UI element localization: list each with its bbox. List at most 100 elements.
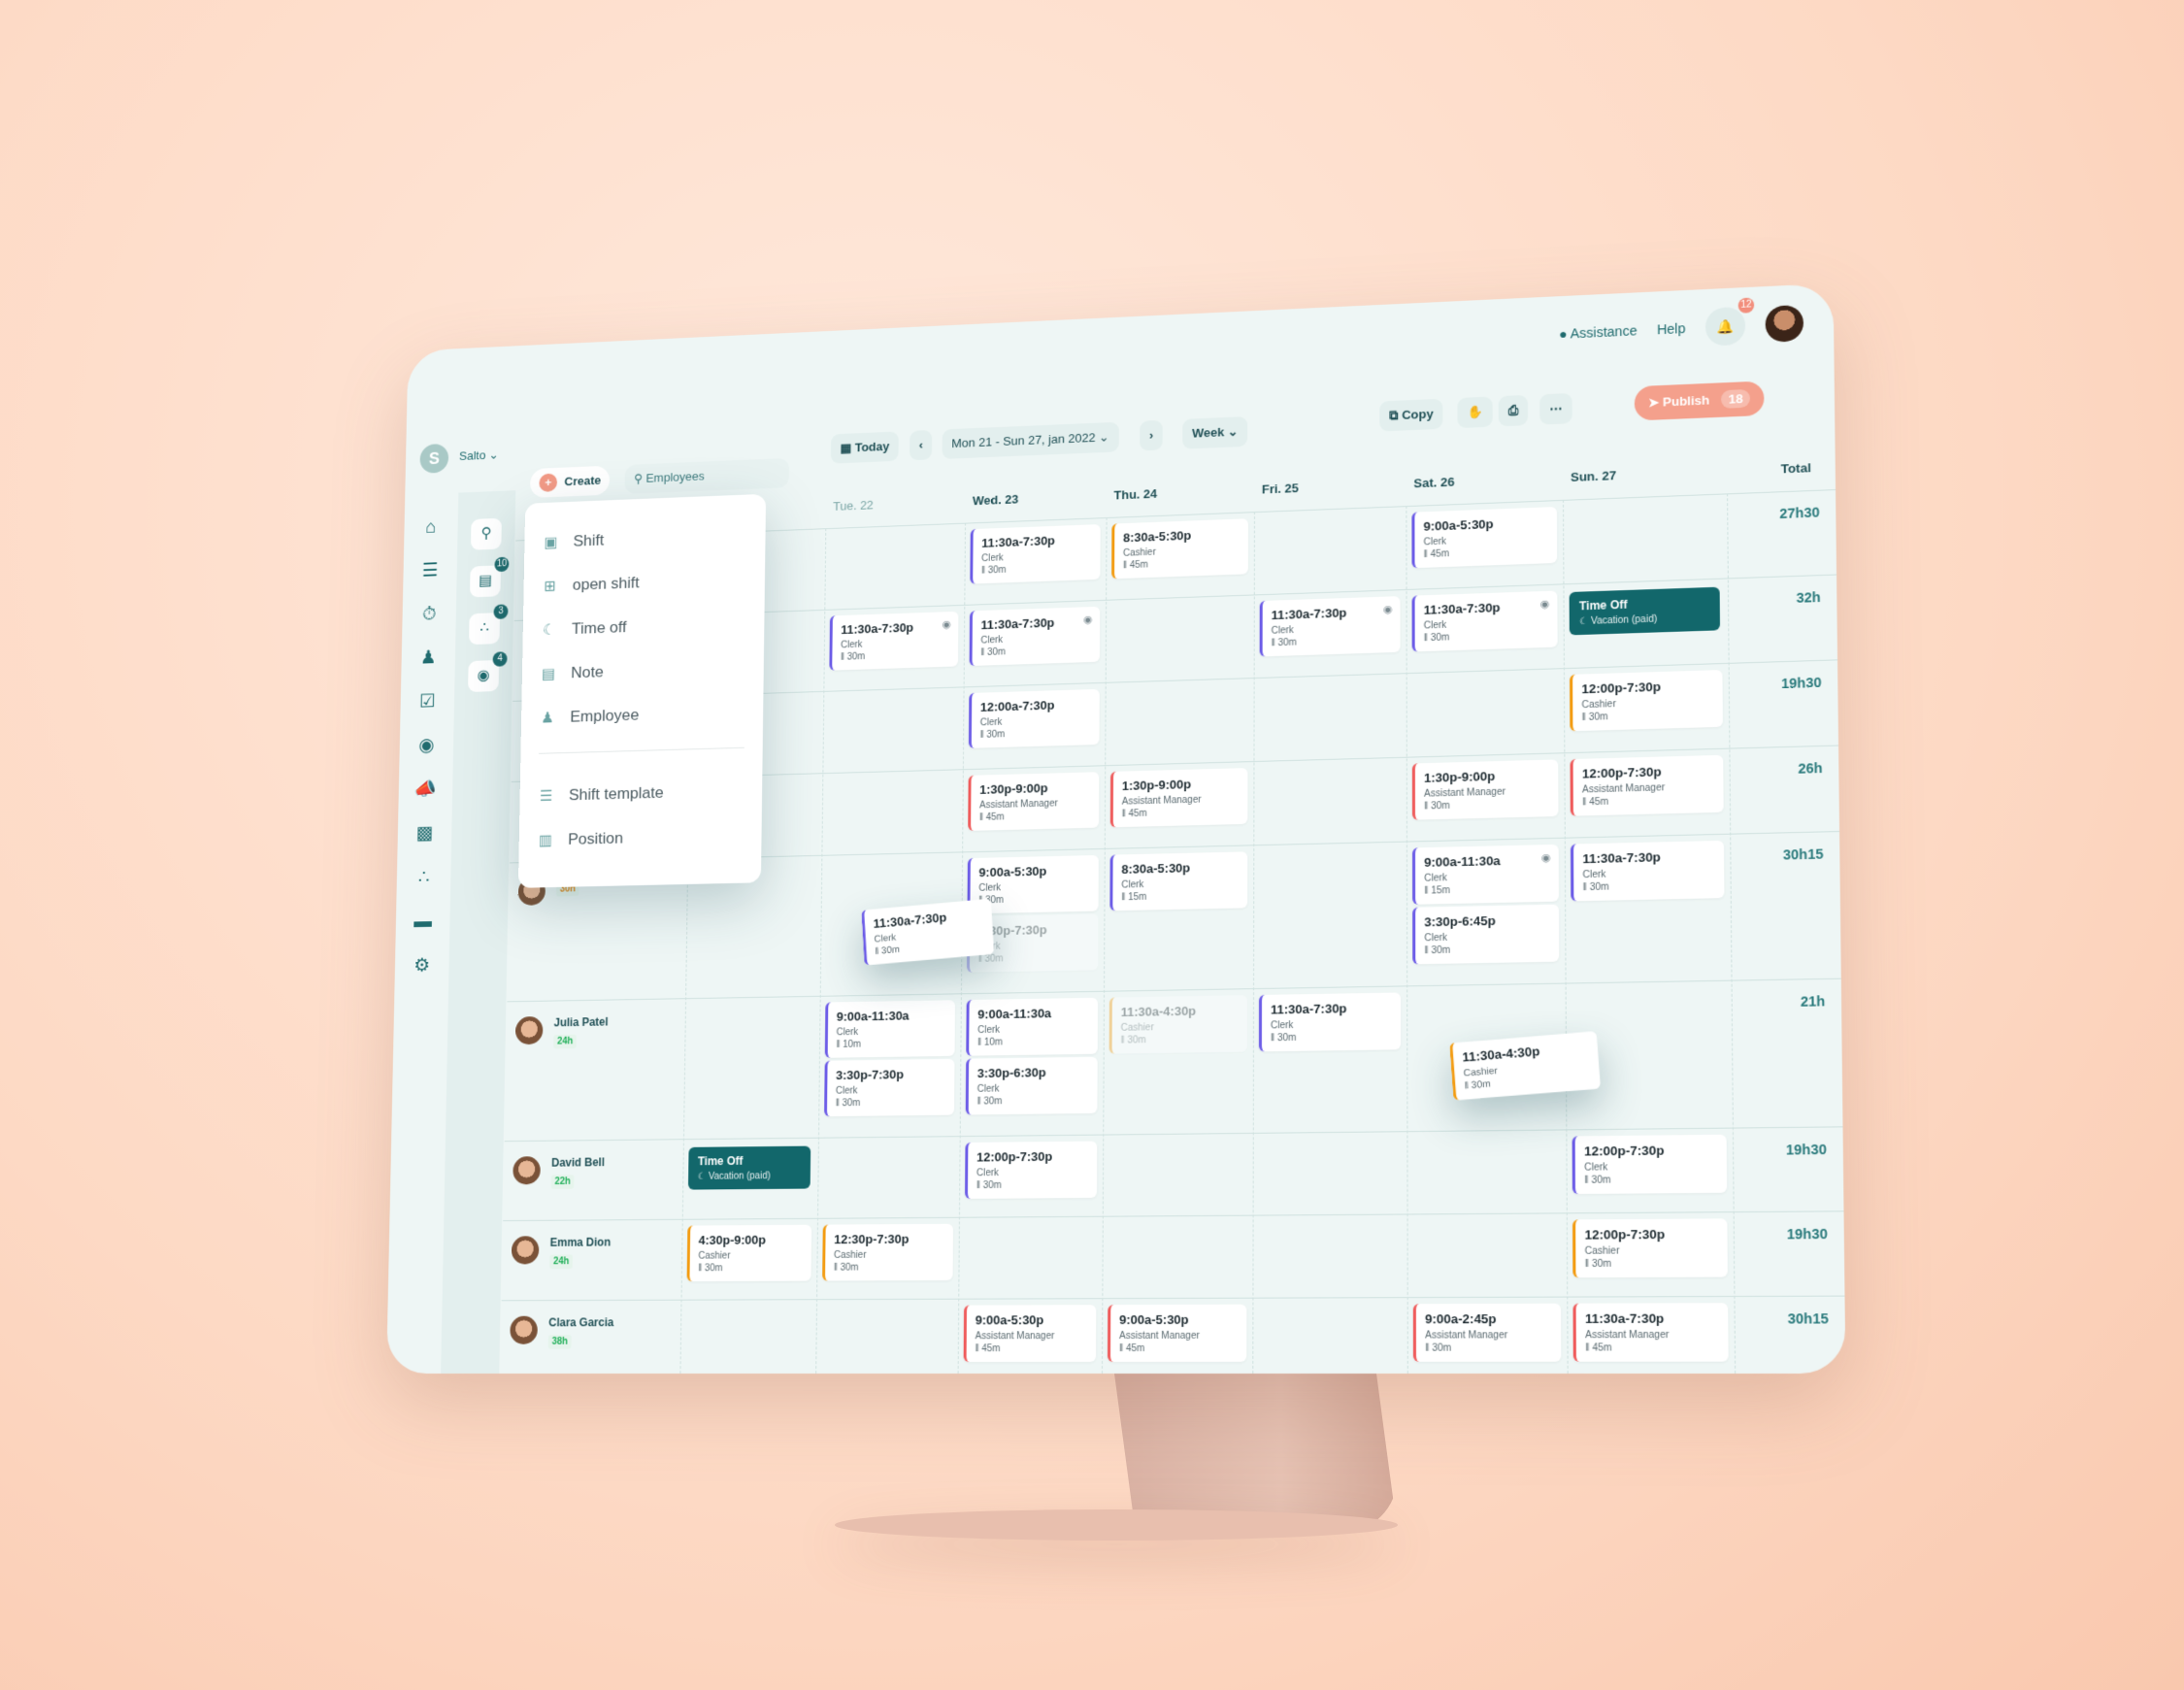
eye-icon[interactable]: ◉ xyxy=(942,618,950,631)
shift-card[interactable]: 11:30a-7:30p Clerk ‖ 30m xyxy=(1570,840,1725,902)
employee-cell[interactable]: Clara Garcia 38h xyxy=(510,1301,614,1349)
megaphone-icon[interactable]: 📣 xyxy=(414,778,438,802)
shift-time: 12:30p-7:30p xyxy=(834,1231,910,1247)
shift-card[interactable]: 12:00p-7:30p Cashier ‖ 30m xyxy=(1570,670,1723,732)
org-selector[interactable]: Salto ⌄ xyxy=(459,447,499,464)
today-button[interactable]: ▦ Today xyxy=(830,431,900,464)
prev-week-button[interactable]: ‹ xyxy=(909,429,933,461)
shift-card[interactable]: 11:30a-7:30p Clerk ‖ 30m xyxy=(970,524,1101,584)
print-button[interactable]: ⎙ xyxy=(1498,394,1529,427)
employee-cell[interactable]: David Bell 22h xyxy=(513,1141,605,1189)
assistance-link[interactable]: ● Assistance xyxy=(1559,323,1638,342)
shift-card[interactable]: 12:00a-7:30p Clerk ‖ 30m xyxy=(968,688,1100,748)
group-icon[interactable]: ∴ 3 xyxy=(469,604,509,646)
card-icon[interactable]: ▬ xyxy=(411,910,435,934)
location-icon[interactable]: ⚲ xyxy=(470,517,502,550)
copy-button[interactable]: ⧉ Copy xyxy=(1379,398,1443,432)
menu-item-note[interactable]: ▤ Note xyxy=(540,646,745,696)
shift-card[interactable]: 8:30a-5:30p Cashier ‖ 45m xyxy=(1111,518,1249,580)
eye-icon[interactable]: ◉ xyxy=(1083,613,1092,626)
time-off-type: ☾ Vacation (paid) xyxy=(1578,613,1710,628)
shift-card[interactable]: 12:00p-7:30p Assistant Manager ‖ 45m xyxy=(1570,754,1724,816)
shift-time: 11:30a-4:30p xyxy=(1120,1003,1197,1019)
menu-item-open-shift[interactable]: ⊞ open shift xyxy=(542,557,747,609)
shift-card[interactable]: 11:30a-4:30p Cashier ‖ 30m xyxy=(1109,995,1248,1054)
employee-cell[interactable]: Julia Patel 24h xyxy=(514,1001,609,1049)
shift-card[interactable]: 4:30p-9:00p Cashier ‖ 30m xyxy=(686,1224,812,1282)
time-off-block[interactable]: Time Off ☾ Vacation (paid) xyxy=(687,1145,811,1190)
row-total: 30h15 xyxy=(1782,845,1824,863)
shift-position: Clerk xyxy=(976,1083,1000,1095)
shift-card[interactable]: 1:30p-9:00p Assistant Manager ‖ 30m xyxy=(1411,759,1559,820)
shift-time: 3:30p-7:30p xyxy=(977,922,1047,939)
shift-card[interactable]: 12:00p-7:30p Clerk ‖ 30m xyxy=(965,1141,1098,1200)
hand-button[interactable]: ✋ xyxy=(1457,396,1493,429)
home-icon[interactable]: ⌂ xyxy=(419,515,443,540)
employee-cell[interactable]: Emma Dion 24h xyxy=(511,1220,612,1270)
shift-card[interactable]: 3:30p-6:45p Clerk ‖ 30m xyxy=(1412,904,1560,965)
clipboard-icon[interactable]: ▤ 10 xyxy=(469,556,510,598)
schedule-icon[interactable]: ☰ xyxy=(418,558,442,582)
timer-icon[interactable]: ⏱ xyxy=(417,602,441,626)
dragged-shift-card[interactable]: 11:30a-4:30p Cashier ‖ 30m xyxy=(1449,1031,1602,1101)
more-button[interactable]: ⋯ xyxy=(1539,392,1572,425)
next-week-button[interactable]: › xyxy=(1140,419,1164,451)
shift-card[interactable]: 9:00a-5:30p Assistant Manager ‖ 45m xyxy=(1107,1304,1247,1363)
shift-card[interactable]: 11:30a-7:30p Assistant Manager ‖ 45m xyxy=(1572,1303,1729,1362)
dragged-shift-card[interactable]: 11:30a-7:30p Clerk ‖ 30m xyxy=(861,898,995,966)
shift-time: 3:30p-6:30p xyxy=(976,1065,1046,1081)
user-avatar[interactable] xyxy=(1765,304,1804,343)
help-link[interactable]: Help xyxy=(1657,320,1686,337)
menu-item-employee[interactable]: ♟ Employee xyxy=(539,690,745,741)
menu-item-shift[interactable]: ▣ Shift xyxy=(543,513,747,564)
shift-card[interactable]: 8:30a-5:30p Clerk ‖ 15m xyxy=(1109,851,1248,911)
chevron-down-icon: ⌄ xyxy=(1099,429,1109,445)
view-selector[interactable]: Week ⌄ xyxy=(1182,416,1248,449)
shift-card[interactable]: 9:00a-11:30a Clerk ‖ 10m xyxy=(824,1000,956,1058)
notifications-button[interactable]: 🔔 12 xyxy=(1704,297,1755,347)
shift-time: 11:30a-7:30p xyxy=(1271,605,1347,623)
eye-icon[interactable]: ◉ xyxy=(1383,603,1393,615)
chat-icon[interactable]: ◉ xyxy=(414,733,438,757)
shift-card[interactable]: 12:00p-7:30p Cashier ‖ 30m xyxy=(1572,1218,1728,1278)
shift-card[interactable]: 9:00a-11:30a Clerk ‖ 15m ◉ xyxy=(1412,844,1559,905)
shift-card[interactable]: 12:00p-7:30p Clerk ‖ 30m xyxy=(1572,1134,1728,1195)
shift-break: ‖ 30m xyxy=(980,645,1091,658)
break-duration: 30m xyxy=(1591,1258,1612,1271)
more-icon: ⋯ xyxy=(1549,401,1563,416)
shift-card[interactable]: 3:30p-7:30p Clerk‖ 30m xyxy=(824,1058,955,1117)
moon-icon: ☾ xyxy=(1578,615,1592,628)
users-icon[interactable]: ♟ xyxy=(416,646,440,670)
chart-icon[interactable]: ▩ xyxy=(413,821,437,845)
create-button[interactable]: + Create xyxy=(529,465,611,498)
checklist-icon[interactable]: ☑ xyxy=(415,689,439,713)
menu-item-shift-template[interactable]: ☰ Shift template xyxy=(538,769,745,818)
time-off-block[interactable]: Time Off ☾ Vacation (paid) xyxy=(1569,586,1721,636)
shift-card[interactable]: 1:30p-9:00p Assistant Manager ‖ 45m xyxy=(1109,768,1248,828)
shift-card[interactable]: 12:30p-7:30p Cashier ‖ 30m xyxy=(822,1223,954,1281)
shift-card[interactable]: 11:30a-7:30p Clerk ‖ 30m xyxy=(1258,992,1402,1052)
shift-card[interactable]: 9:00a-11:30a Clerk ‖ 10m xyxy=(966,997,1099,1056)
shift-card[interactable]: 11:30a-7:30p Clerk ‖ 30m ◉ xyxy=(969,606,1101,667)
shift-time: 11:30a-7:30p xyxy=(980,615,1055,633)
employee-name: Emma Dion xyxy=(549,1235,612,1249)
shift-card[interactable]: 11:30a-7:30p Clerk ‖ 30m ◉ xyxy=(829,611,959,671)
gear-icon[interactable]: ⚙ xyxy=(410,953,434,978)
shift-card[interactable]: 9:00a-2:45p Assistant Manager ‖ 30m xyxy=(1412,1303,1562,1362)
shift-card[interactable]: 1:30p-9:00p Assistant Manager ‖ 45m xyxy=(968,772,1100,831)
eye-icon[interactable]: ◉ xyxy=(1539,598,1549,611)
shift-card[interactable]: 9:00a-5:30p Assistant Manager ‖ 45m xyxy=(963,1305,1097,1363)
shift-card[interactable]: 3:30p-6:30p Clerk ‖ 30m xyxy=(965,1056,1098,1115)
eye-icon[interactable]: ◉ 4 xyxy=(468,651,508,692)
publish-button[interactable]: ➤ Publish 18 xyxy=(1634,381,1765,421)
shift-position: Assistant Manager xyxy=(1425,1330,1508,1342)
date-range-picker[interactable]: Mon 21 - Sun 27, jan 2022 ⌄ xyxy=(942,421,1119,459)
shift-card[interactable]: 11:30a-7:30p Clerk ‖ 30m ◉ xyxy=(1259,596,1401,657)
shift-card[interactable]: 11:30a-7:30p Clerk ‖ 30m ◉ xyxy=(1411,590,1558,652)
menu-item-position[interactable]: ▥ Position xyxy=(537,813,744,863)
shift-card[interactable]: 9:00a-5:30p Clerk ‖ 45m xyxy=(1411,507,1558,569)
org-icon[interactable]: ∴ xyxy=(412,865,436,889)
eye-icon[interactable]: ◉ xyxy=(1541,851,1551,864)
menu-item-time-off[interactable]: ☾ Time off xyxy=(541,601,746,652)
menu-item-label: Shift xyxy=(573,531,605,550)
